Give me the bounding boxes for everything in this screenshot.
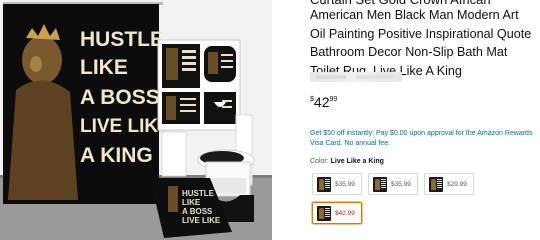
color-label-prefix: Color: [310,158,329,165]
swatch-price: $35.99 [391,180,411,188]
product-title: American Men Black Man Modern Art Oil Pa… [310,8,532,78]
curtain-line: HUSTLE [80,28,164,51]
curtain-line: LIKE [80,56,128,79]
swatch-thumbnail [317,176,331,192]
blurred-rating-row [310,72,402,82]
color-swatch-option-selected[interactable]: $42.99 [312,202,362,224]
swatch-thumbnail [429,176,443,192]
product-details-panel: Curtain Set Gold Crown African American … [310,0,536,240]
swatch-price: $35.99 [335,180,355,188]
color-swatch-option[interactable]: $35.99 [368,173,418,195]
color-selected-value: Live Like a King [330,158,384,165]
svg-text:LIVE LIKE: LIVE LIKE [182,216,221,225]
visa-card-promo-link[interactable]: Get $50 off instantly: Pay $0.00 upon ap… [310,129,536,149]
swatch-price: $42.99 [335,209,355,217]
color-swatch-option[interactable]: $35.99 [312,173,362,195]
curtain-line: A BOSS [80,86,160,109]
blurred-text [356,75,394,79]
svg-text:HUSTLE: HUSTLE [182,189,215,198]
swatch-thumbnail [373,176,387,192]
svg-text:A BOSS: A BOSS [182,207,213,216]
curtain-line: A KING [80,144,153,167]
bathroom-set-illustration: HUSTLE LIKE A BOSS LIVE LIKE A KING HUST… [0,0,272,240]
product-price: $4299 [310,94,337,112]
color-swatch-option[interactable]: $29.99 [424,173,474,195]
blurred-text [316,75,346,79]
price-whole: 42 [313,94,330,110]
swatch-price: $29.99 [447,180,467,188]
curtain-line: LIVE LIKE [80,116,171,137]
svg-text:LIKE: LIKE [182,198,201,207]
price-fraction: 99 [329,96,338,103]
product-main-image[interactable]: HUSTLE LIKE A BOSS LIVE LIKE A KING HUST… [0,0,272,240]
color-selection-label: Color: Live Like a King [310,158,384,165]
price-symbol: $ [310,96,314,103]
swatch-thumbnail [317,205,331,221]
